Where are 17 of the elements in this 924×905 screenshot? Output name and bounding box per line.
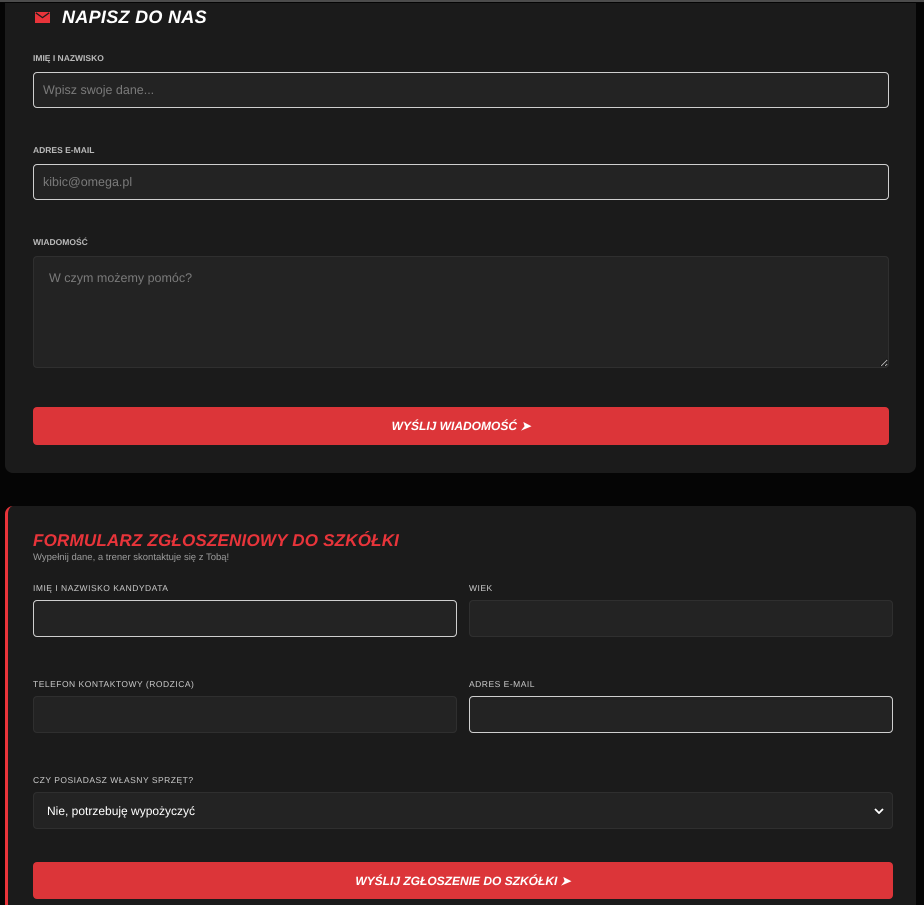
field-label: WIADOMOŚĆ	[33, 237, 88, 248]
form-subtitle: Wypełnij dane, a trener skontaktuje się z Tobą!	[33, 552, 230, 564]
field-label: WIEK	[469, 583, 493, 594]
field-label: IMIĘ I NAZWISKO KANDYDATA	[33, 583, 168, 594]
select-field[interactable]: Nie, potrzebuję wypożyczyć	[33, 792, 893, 829]
field-label: ADRES E-MAIL	[33, 145, 94, 156]
section-heading: NAPISZ DO NAS	[62, 6, 207, 28]
field-label: TELEFON KONTAKTOWY (RODZICA)	[33, 679, 194, 690]
envelope-icon	[35, 12, 50, 22]
chevron-icon	[874, 808, 884, 814]
submit-button[interactable]: WYŚLIJ ZGŁOSZENIE DO SZKÓŁKI ➤	[33, 862, 893, 899]
submit-button[interactable]: WYŚLIJ WIADOMOŚĆ ➤	[33, 407, 889, 445]
field-label: CZY POSIADASZ WŁASNY SPRZĘT?	[33, 775, 194, 786]
field-label: ADRES E-MAIL	[469, 679, 535, 690]
message-field[interactable]: W czym możemy pomóc?	[33, 256, 889, 368]
form-title: FORMULARZ ZGŁOSZENIOWY DO SZKÓŁKI	[33, 531, 400, 551]
field-label: IMIĘ I NAZWISKO	[33, 53, 104, 64]
